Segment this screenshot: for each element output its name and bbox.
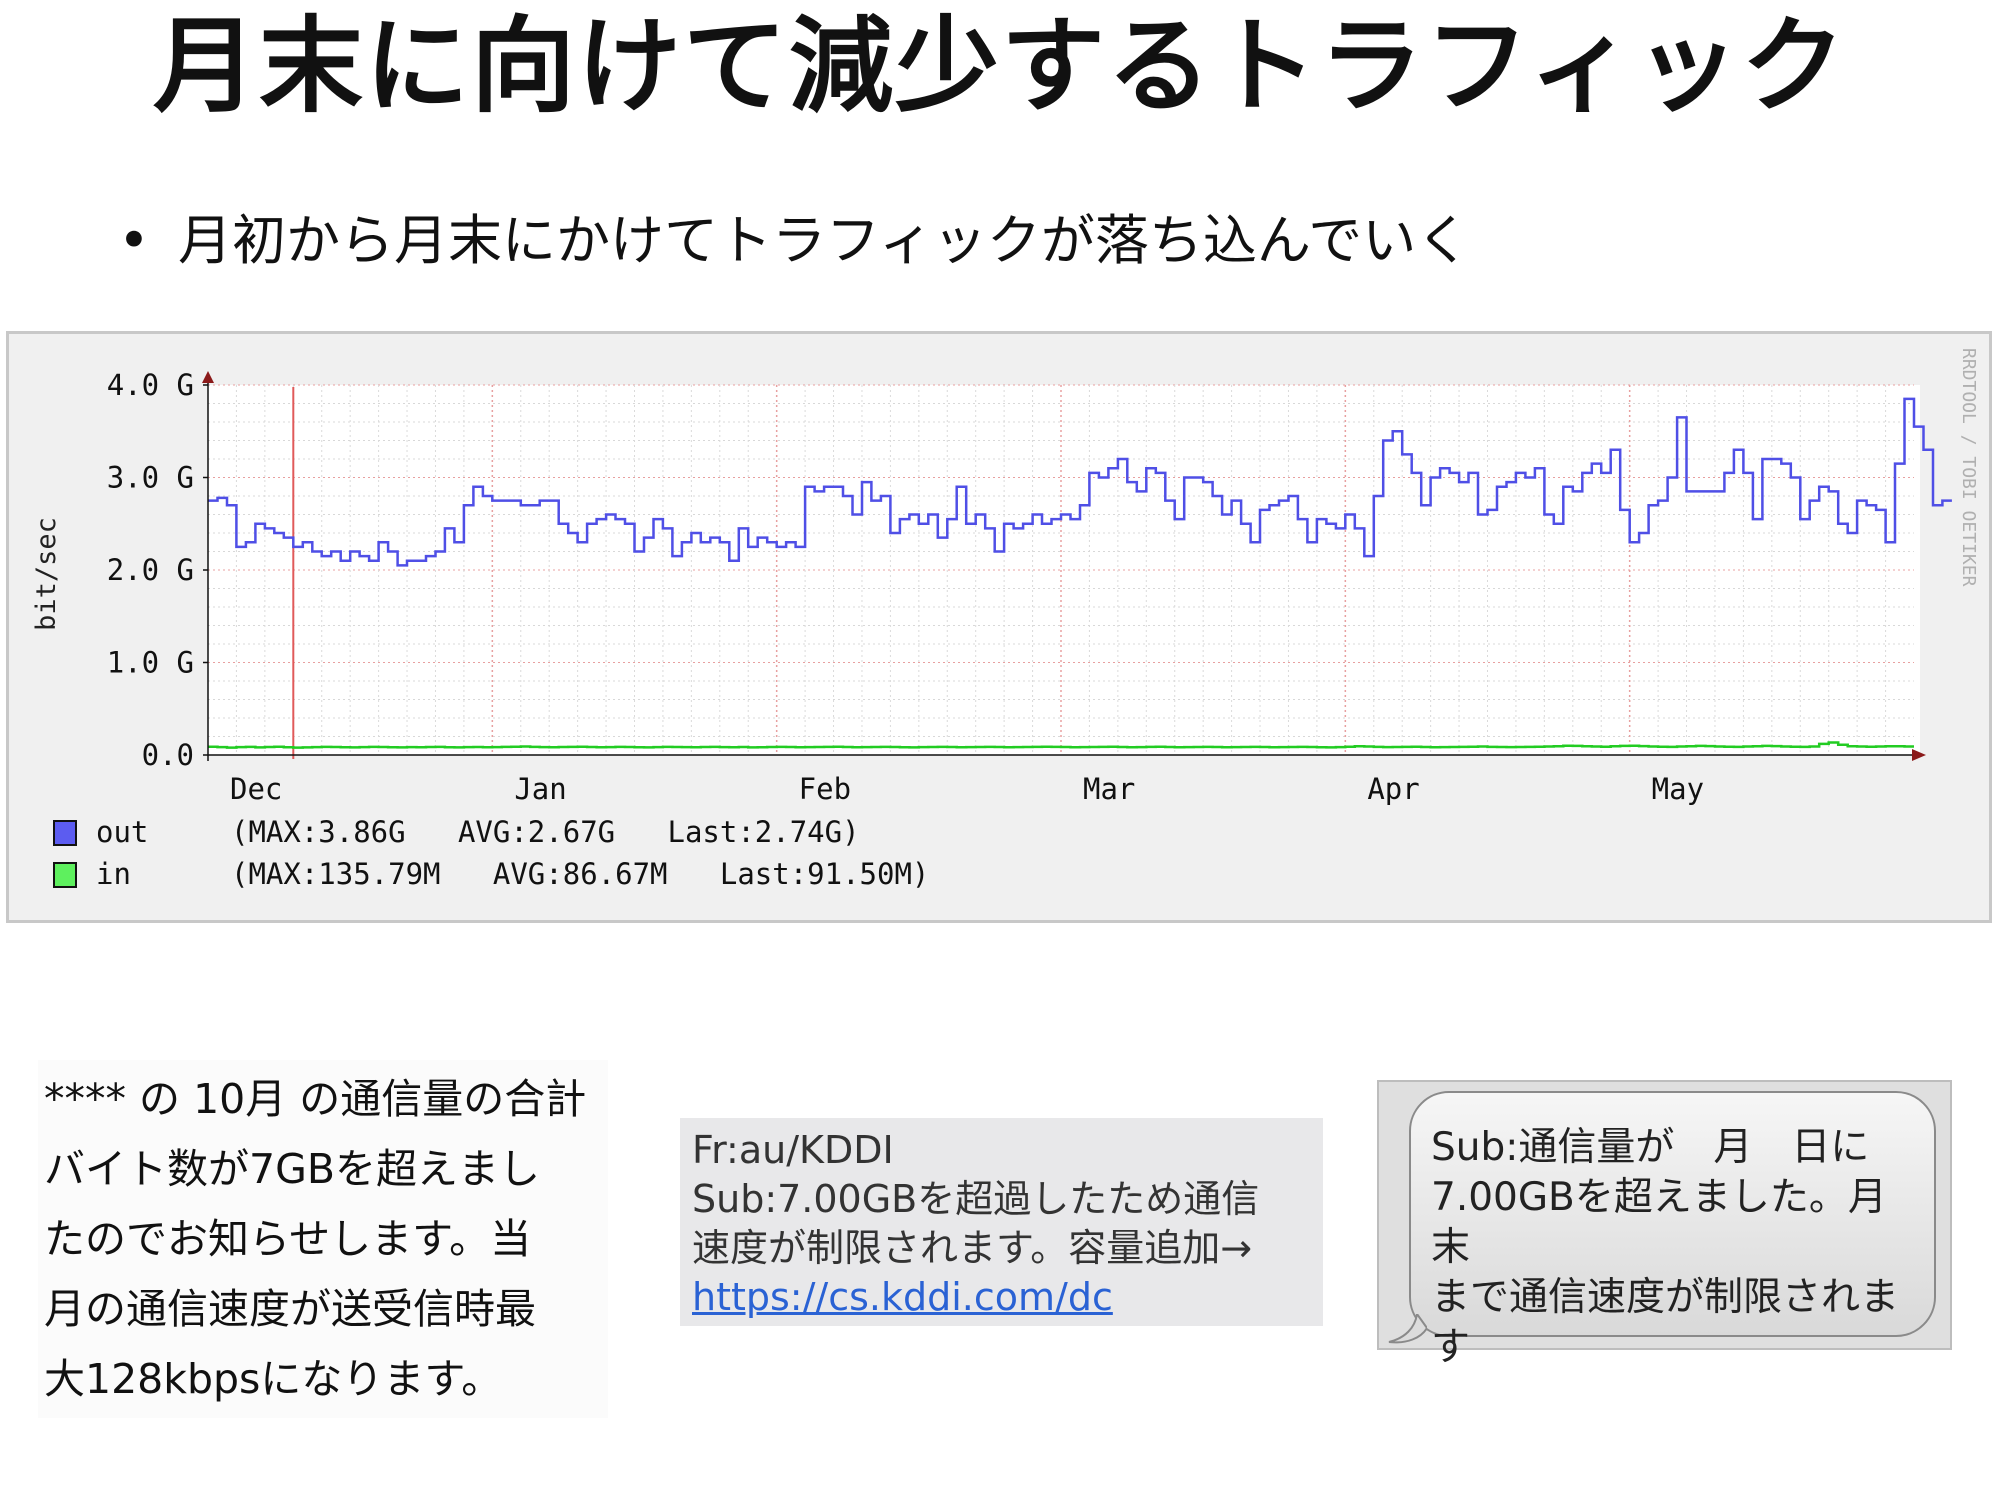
- sms-body: 速度が制限されます。容量追加→: [692, 1226, 1253, 1270]
- x-tick-label: May: [1652, 772, 1704, 806]
- bubble-line: 7.00GBを超えました。月末: [1431, 1175, 1887, 1270]
- x-tick-label: Jan: [514, 772, 566, 806]
- legend-swatch-in: [53, 862, 77, 888]
- x-tick-label: Feb: [799, 772, 851, 806]
- sms-from: Fr:au/KDDI: [692, 1128, 894, 1172]
- y-tick-label: 3.0 G: [107, 461, 194, 495]
- legend-swatch-out: [53, 820, 77, 846]
- notice-line: バイト数が7GBを超えまし: [44, 1145, 540, 1193]
- y-tick-label: 0.0: [142, 738, 194, 772]
- bubble-line: す: [1431, 1325, 1471, 1370]
- y-tick-label: 2.0 G: [107, 553, 194, 587]
- slide-title: 月末に向けて減少するトラフィック: [153, 5, 1847, 127]
- chart-svg: 0.0 1.0 G 2.0 G 3.0 G 4.0 G Dec Jan Feb Mar Apr M…: [9, 334, 1989, 920]
- notice-line: 大128kbpsになります。: [44, 1355, 503, 1403]
- kddi-link[interactable]: https://cs.kddi.com/dc: [692, 1275, 1113, 1319]
- bullet-point: • 月初から月末にかけてトラフィックが落ち込んでいく: [118, 206, 1470, 276]
- legend-label-out: out: [96, 815, 148, 849]
- x-tick-label: Mar: [1083, 772, 1135, 806]
- bullet-icon: •: [118, 209, 150, 272]
- legend-label-in: in: [96, 857, 131, 891]
- notice-line: たのでお知らせします。当: [44, 1215, 532, 1263]
- notice-message-panel: **** の 10月 の通信量の合計 バイト数が7GBを超えまし たのでお知らせ…: [38, 1060, 608, 1418]
- notice-line: 月の通信速度が送受信時最: [44, 1285, 536, 1333]
- x-tick-label: Apr: [1367, 772, 1419, 806]
- legend-stats-in: (MAX:135.79M AVG:86.67M Last:91.50M): [231, 857, 929, 891]
- sms-bubble-panel: Sub:通信量が 月 日に 7.00GBを超えました。月末 まで通信速度が制限さ…: [1377, 1080, 1952, 1370]
- legend-stats-out: (MAX:3.86G AVG:2.67G Last:2.74G): [231, 815, 860, 849]
- bubble-line: Sub:通信量が 月 日に: [1431, 1125, 1870, 1170]
- bubble-line: まで通信速度が制限されま: [1431, 1275, 1900, 1320]
- bullet-text: 月初から月末にかけてトラフィックが落ち込んでいく: [178, 209, 1471, 272]
- bubble-tail-icon: [1388, 1314, 1427, 1344]
- notice-line: **** の 10月 の通信量の合計: [44, 1075, 587, 1123]
- sms-subject: Sub:7.00GBを超過したため通信: [692, 1177, 1260, 1221]
- rrdtool-watermark: RRDTOOL / TOBI OETIKER: [1958, 348, 1979, 587]
- x-tick-label: Dec: [230, 772, 282, 806]
- y-axis-label: bit/sec: [31, 517, 62, 631]
- y-tick-label: 1.0 G: [107, 646, 194, 680]
- kddi-sms-panel: Fr:au/KDDI Sub:7.00GBを超過したため通信 速度が制限されます…: [680, 1118, 1323, 1326]
- y-tick-label: 4.0 G: [107, 368, 194, 402]
- message-bubble: Sub:通信量が 月 日に 7.00GBを超えました。月末 まで通信速度が制限さ…: [1409, 1091, 1936, 1370]
- traffic-chart: 0.0 1.0 G 2.0 G 3.0 G 4.0 G Dec Jan Feb Mar Apr M…: [6, 331, 1992, 923]
